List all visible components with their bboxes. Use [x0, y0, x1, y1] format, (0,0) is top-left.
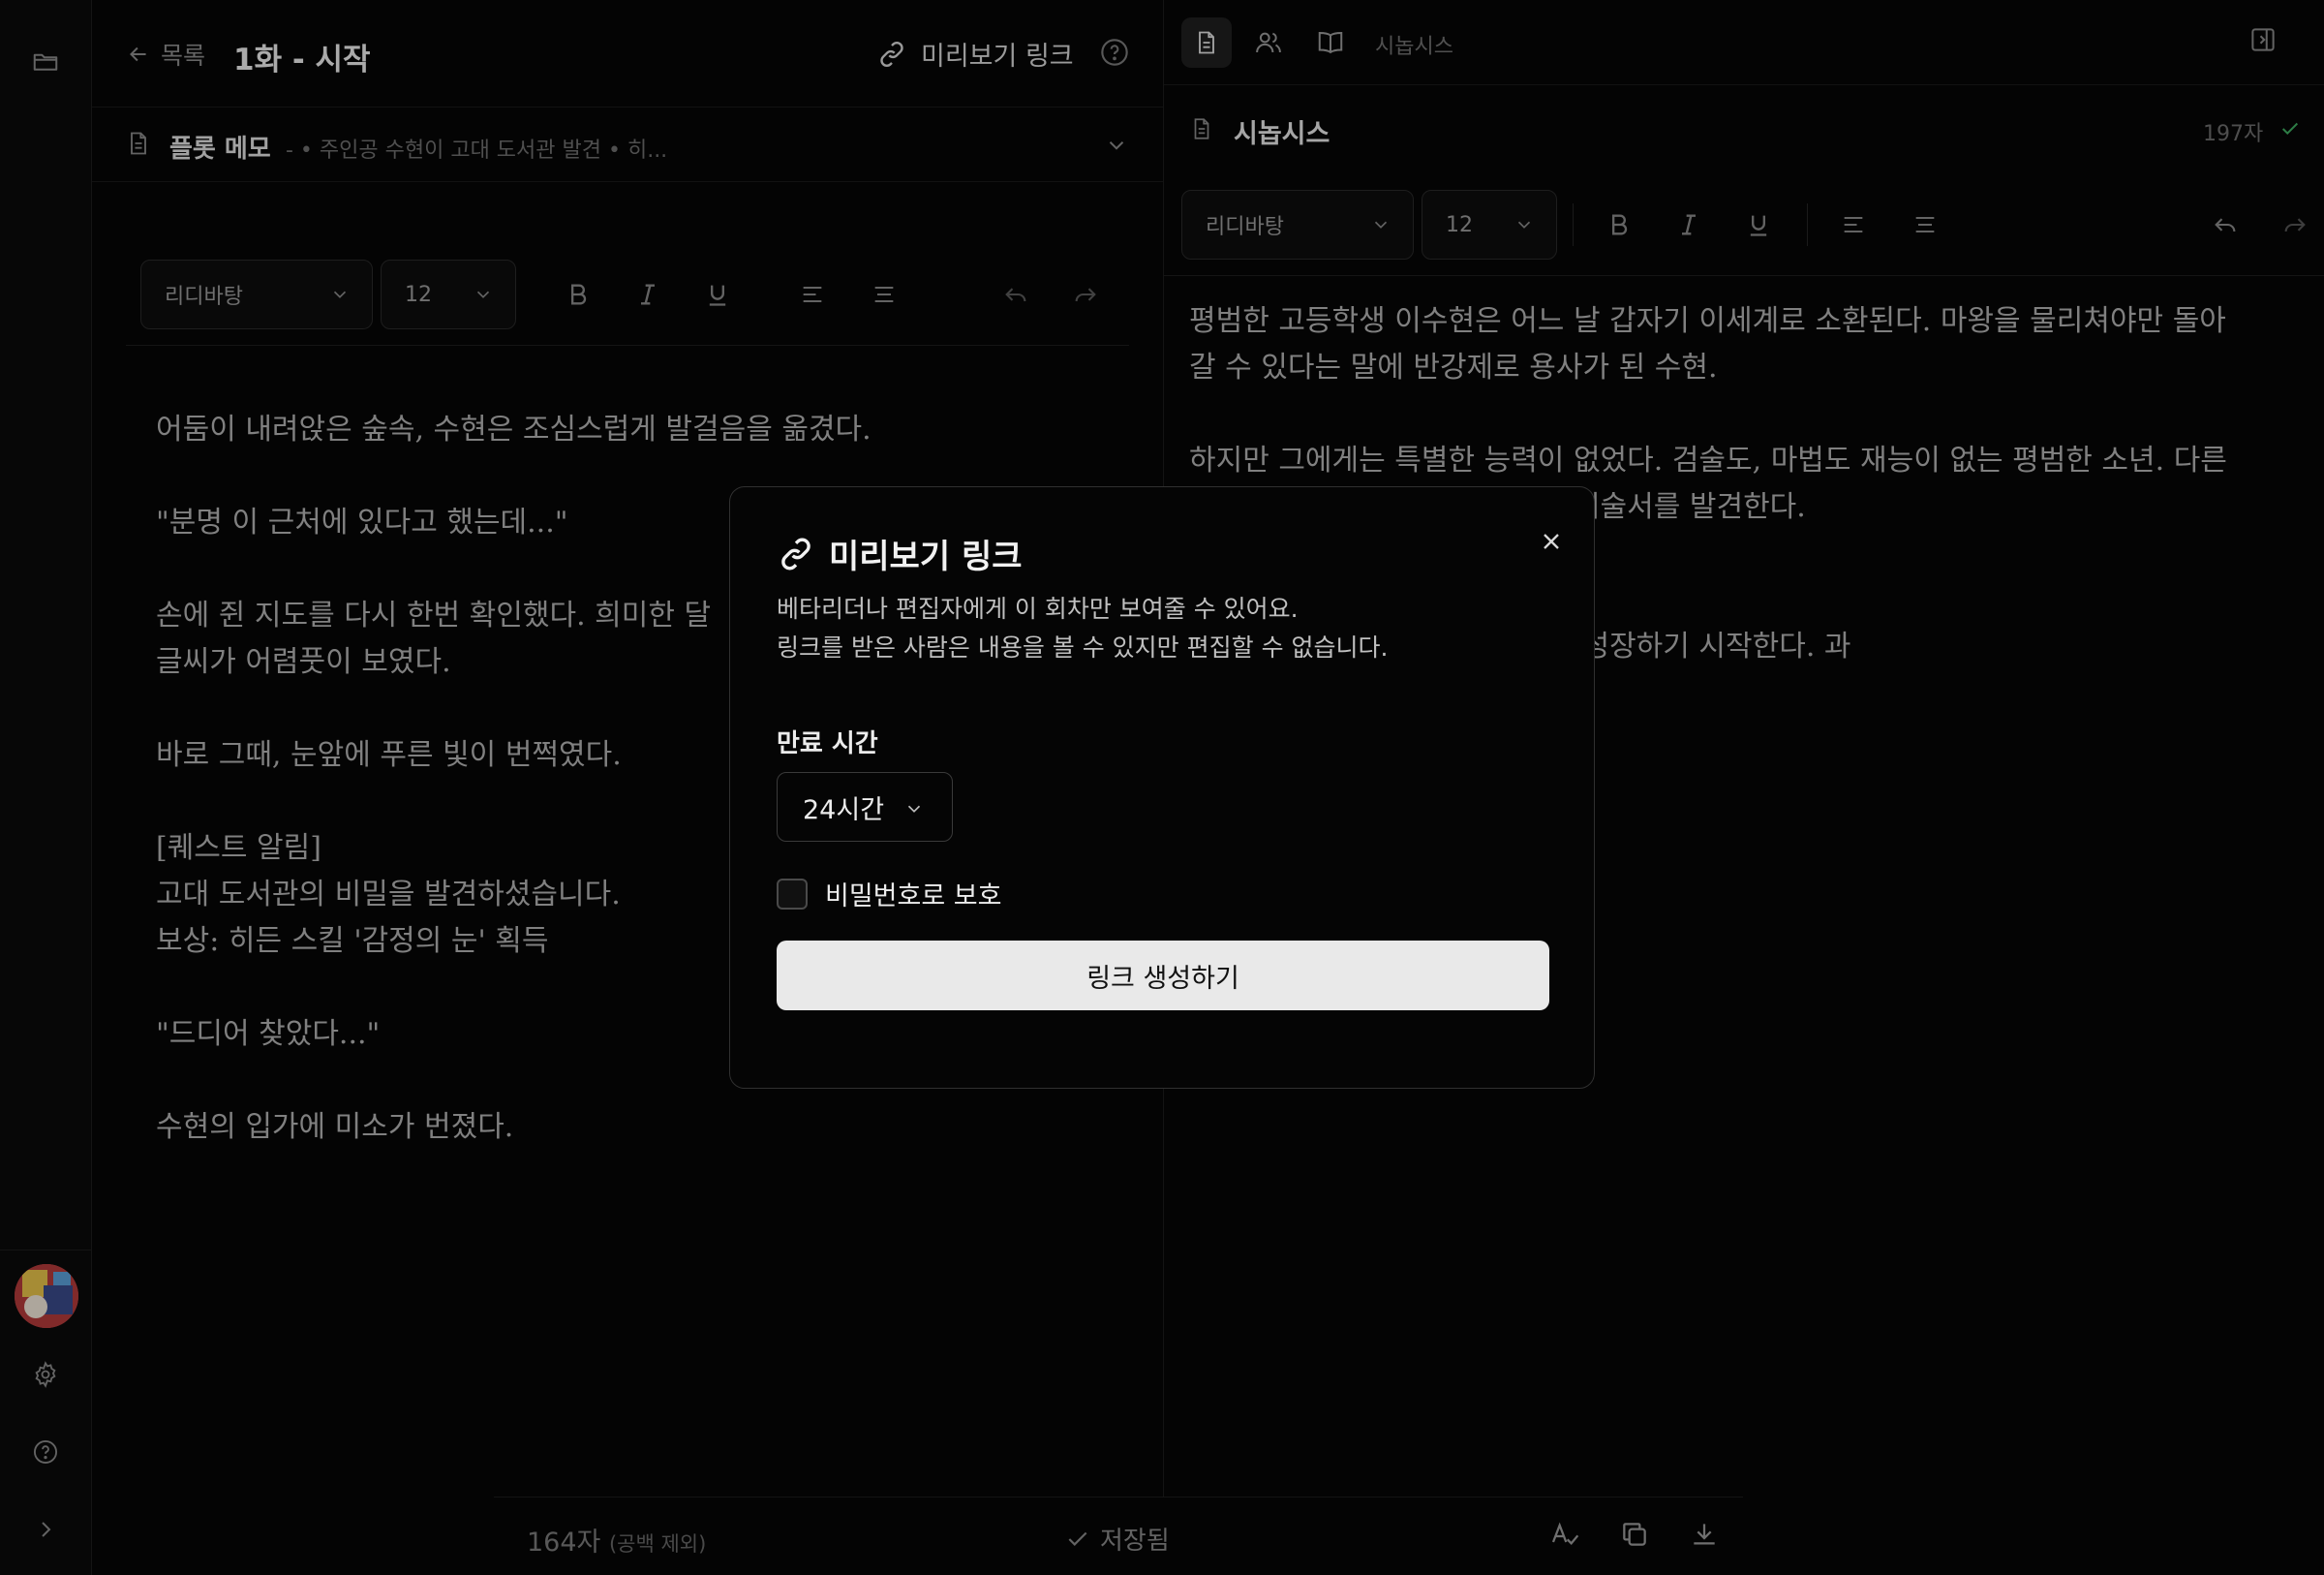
password-protect-option[interactable]: 비밀번호로 보호 — [777, 875, 1001, 912]
expiry-value: 24시간 — [803, 794, 885, 825]
description-line-1: 베타리더나 편집자에게 이 회차만 보여줄 수 있어요. — [777, 595, 1299, 623]
expiry-select[interactable]: 24시간 — [777, 772, 953, 842]
password-label: 비밀번호로 보호 — [825, 881, 1002, 911]
dialog-description: 베타리더나 편집자에게 이 회차만 보여줄 수 있어요. 링크를 받은 사람은 … — [777, 590, 1388, 667]
close-icon[interactable] — [1530, 520, 1573, 563]
password-checkbox[interactable] — [777, 878, 808, 910]
preview-link-dialog: 미리보기 링크 베타리더나 편집자에게 이 회차만 보여줄 수 있어요. 링크를… — [729, 486, 1595, 1089]
dialog-title: 미리보기 링크 — [777, 530, 1023, 577]
generate-link-button[interactable]: 링크 생성하기 — [777, 941, 1549, 1010]
link-icon — [777, 535, 815, 573]
dialog-title-text: 미리보기 링크 — [829, 538, 1023, 576]
chevron-down-icon — [903, 798, 925, 819]
expiry-label: 만료 시간 — [777, 729, 878, 758]
description-line-2: 링크를 받은 사람은 내용을 볼 수 있지만 편집할 수 없습니다. — [777, 633, 1389, 662]
